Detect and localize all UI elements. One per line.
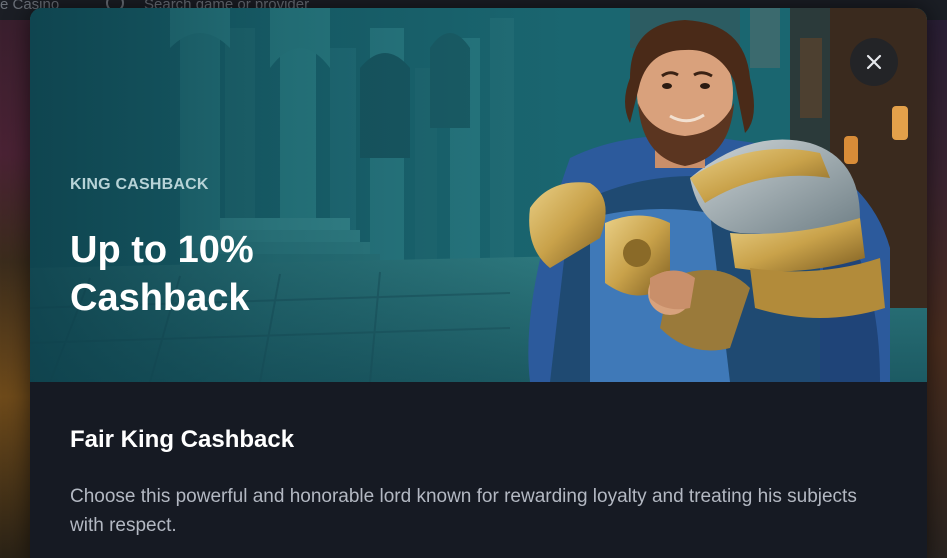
content-description: Choose this powerful and honorable lord … (70, 486, 857, 536)
cashback-modal: KING CASHBACK Up to 10% Cashback Fair Ki… (30, 8, 927, 558)
page: e Casino Search game or provider KING CA… (0, 0, 947, 558)
close-icon (866, 54, 882, 70)
background-game-tiles-left (0, 20, 30, 558)
king-illustration (30, 8, 927, 382)
background-game-tiles-right (925, 20, 947, 558)
promo-eyebrow: KING CASHBACK (70, 176, 209, 193)
content-title: Fair King Cashback (70, 426, 295, 453)
close-button[interactable] (850, 38, 898, 86)
promo-title: Up to 10% Cashback (70, 229, 254, 319)
hero-banner: KING CASHBACK Up to 10% Cashback (30, 8, 927, 382)
